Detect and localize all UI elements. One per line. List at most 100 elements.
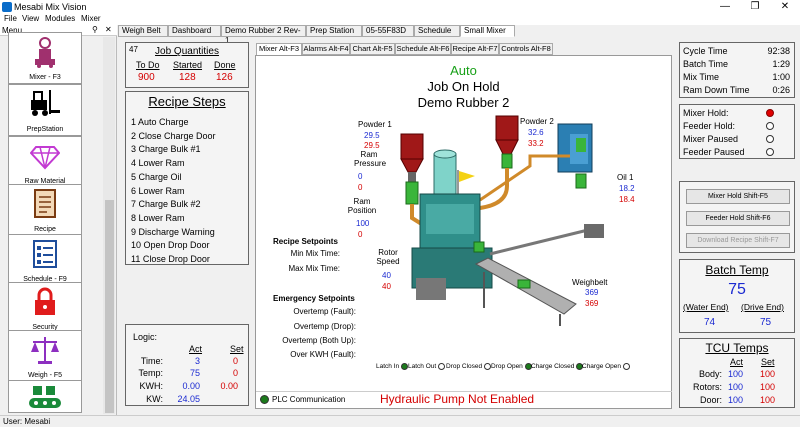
batch-temp-value: 75 [728, 281, 746, 298]
tab-job-id[interactable]: 05-55F83D [362, 25, 414, 37]
recipe-step[interactable]: 7 Charge Bulk #2 [131, 198, 216, 212]
mixer-paused-indicator [766, 135, 774, 143]
sidebar-item-schedule[interactable]: Schedule - F9 [8, 234, 82, 286]
sidebar-close-icon[interactable]: ✕ [105, 25, 112, 34]
powder1-label: Powder 1 [358, 120, 392, 129]
started-value: 128 [179, 72, 196, 83]
powder2-valve [501, 153, 513, 169]
recipe-step[interactable]: 8 Lower Ram [131, 212, 216, 226]
recipe-step[interactable]: 2 Close Charge Door [131, 130, 216, 144]
done-label: Done [214, 60, 236, 70]
tab-alarms[interactable]: Alarms Alt-F4 [302, 43, 350, 55]
tab-prep-station[interactable]: Prep Station [306, 25, 362, 37]
menu-view[interactable]: View [22, 14, 39, 23]
mixer-paused-label: Mixer Paused [683, 134, 739, 144]
indicator-label: Drop Closed [446, 363, 483, 371]
powder2-set: 33.2 [528, 139, 544, 148]
recipe-steps-panel: Recipe Steps 1 Auto Charge 2 Close Charg… [125, 91, 249, 265]
recipe-step[interactable]: 5 Charge Oil [131, 171, 216, 185]
powder2-label: Powder 2 [520, 117, 554, 126]
tcu-rotors-label: Rotors: [692, 382, 722, 392]
recipe-step[interactable]: 10 Open Drop Door [131, 239, 216, 253]
emergency-setpoints-title: Emergency Setpoints [273, 294, 355, 303]
sidebar-item-conveyor[interactable] [8, 380, 82, 413]
tab-small-mixer[interactable]: Small Mixer [460, 25, 515, 37]
oil1-set: 18.4 [619, 195, 635, 204]
minimize-icon[interactable]: — [710, 0, 740, 14]
restore-icon[interactable]: ❐ [740, 0, 770, 14]
recipe-step[interactable]: 11 Close Drop Door [131, 253, 216, 267]
ram-position-act: 100 [356, 219, 370, 228]
ram-down-time-label: Ram Down Time [683, 85, 750, 95]
scale-icon [31, 337, 59, 364]
pin-icon[interactable]: ⚲ [92, 25, 98, 34]
sidebar-item-prepstation[interactable]: PrepStation [8, 84, 82, 136]
batch-time-value: 1:29 [772, 59, 790, 69]
close-icon[interactable]: ✕ [770, 0, 800, 14]
oil-valve [575, 173, 587, 189]
indicator-label: Latch Out [408, 363, 437, 371]
feeder-hold-indicator [766, 122, 774, 130]
sidebar-item-weigh[interactable]: Weigh - F5 [8, 330, 82, 382]
recipe-step[interactable]: 4 Lower Ram [131, 157, 216, 171]
tab-dashboard[interactable]: Dashboard [168, 25, 221, 37]
ram-position-label-2: Position [347, 206, 377, 215]
tcu-door-act: 100 [728, 395, 744, 405]
sidebar-item-label: PrepStation [26, 126, 64, 133]
feeder-hold-label: Feeder Hold: [683, 121, 736, 131]
feeder-hold-button[interactable]: Feeder Hold Shift-F6 [686, 211, 790, 226]
plc-label: PLC Communication [272, 395, 346, 404]
tab-weigh-belt[interactable]: Weigh Belt [118, 25, 168, 37]
indicator-charge-open: Charge Open [582, 363, 630, 370]
mixer-icon [35, 37, 55, 68]
rotor-speed-set: 40 [382, 282, 391, 291]
mixer-hold-button[interactable]: Mixer Hold Shift-F5 [686, 189, 790, 204]
powder2-cone [495, 139, 519, 155]
tab-demo-rubber[interactable]: Demo Rubber 2 Rev-1 [221, 25, 306, 45]
sidebar-item-raw-material[interactable]: Raw Material [8, 136, 82, 188]
forklift-icon [31, 90, 60, 116]
rotor-speed-label-2: Speed [376, 257, 400, 266]
todo-value: 900 [138, 72, 155, 83]
download-recipe-button[interactable]: Download Recipe Shift-F7 [686, 233, 790, 248]
silo-top [433, 149, 457, 159]
logic-panel: Logic: Act Set Time: 3 0 Temp: 75 0 KWH:… [125, 324, 249, 406]
job-status: Job On Hold [427, 79, 500, 94]
overtemp-drop-label: Overtemp (Drop): [293, 322, 356, 331]
rotor-speed-label-1: Rotor [378, 248, 398, 257]
mixer-illustration [400, 115, 604, 326]
logic-kwh-label: KWH: [139, 381, 164, 391]
recipe-step[interactable]: 9 Discharge Warning [131, 226, 216, 240]
batch-temp-panel: Batch Temp 75 (Water End) (Drive End) 74… [679, 259, 795, 333]
sidebar-item-mixer[interactable]: Mixer - F3 [8, 32, 82, 84]
menu-modules[interactable]: Modules [45, 14, 75, 23]
sidebar-item-security[interactable]: Security [8, 282, 82, 334]
indicator-label: Charge Open [582, 363, 622, 371]
menu-mixer[interactable]: Mixer [81, 14, 101, 23]
recipe-step[interactable]: 6 Lower Ram [131, 185, 216, 199]
oil1-label: Oil 1 [617, 173, 634, 182]
job-quantities-panel: 47 Job Quantities To Do Started Done 900… [125, 42, 249, 88]
job-quantities-title: Job Quantities [155, 46, 219, 57]
tab-controls[interactable]: Controls Alt-F8 [499, 43, 553, 55]
ram-pressure-label-1: Ram [360, 150, 378, 159]
menu-file[interactable]: File [4, 14, 17, 23]
tab-schedule-inner[interactable]: Schedule Alt-F6 [395, 43, 451, 55]
drive-end-label: (Drive End) [741, 302, 784, 312]
tcu-body-act: 100 [728, 369, 744, 379]
sidebar-item-recipe[interactable]: Recipe [8, 184, 82, 236]
tab-schedule[interactable]: Schedule [414, 25, 460, 37]
recipe-step[interactable]: 3 Charge Bulk #1 [131, 143, 216, 157]
recipe-step[interactable]: 1 Auto Charge [131, 116, 216, 130]
sidebar-item-label: Weigh - F5 [27, 372, 63, 379]
alert-message: Hydraulic Pump Not Enabled [380, 392, 535, 406]
tab-chart[interactable]: Chart Alt-F5 [350, 43, 395, 55]
tcu-temps-panel: TCU Temps Act Set Body: 100 100 Rotors: … [679, 338, 795, 408]
tab-recipe[interactable]: Recipe Alt-F7 [451, 43, 499, 55]
logic-title: Logic: [133, 332, 158, 342]
sidebar-scroll-thumb[interactable] [105, 200, 114, 413]
logic-set-header: Set [230, 344, 244, 354]
tcu-rotors-act: 100 [728, 382, 744, 392]
indicator-latch-out: Latch Out [408, 363, 445, 370]
status-bar: User: Mesabi [0, 415, 800, 427]
